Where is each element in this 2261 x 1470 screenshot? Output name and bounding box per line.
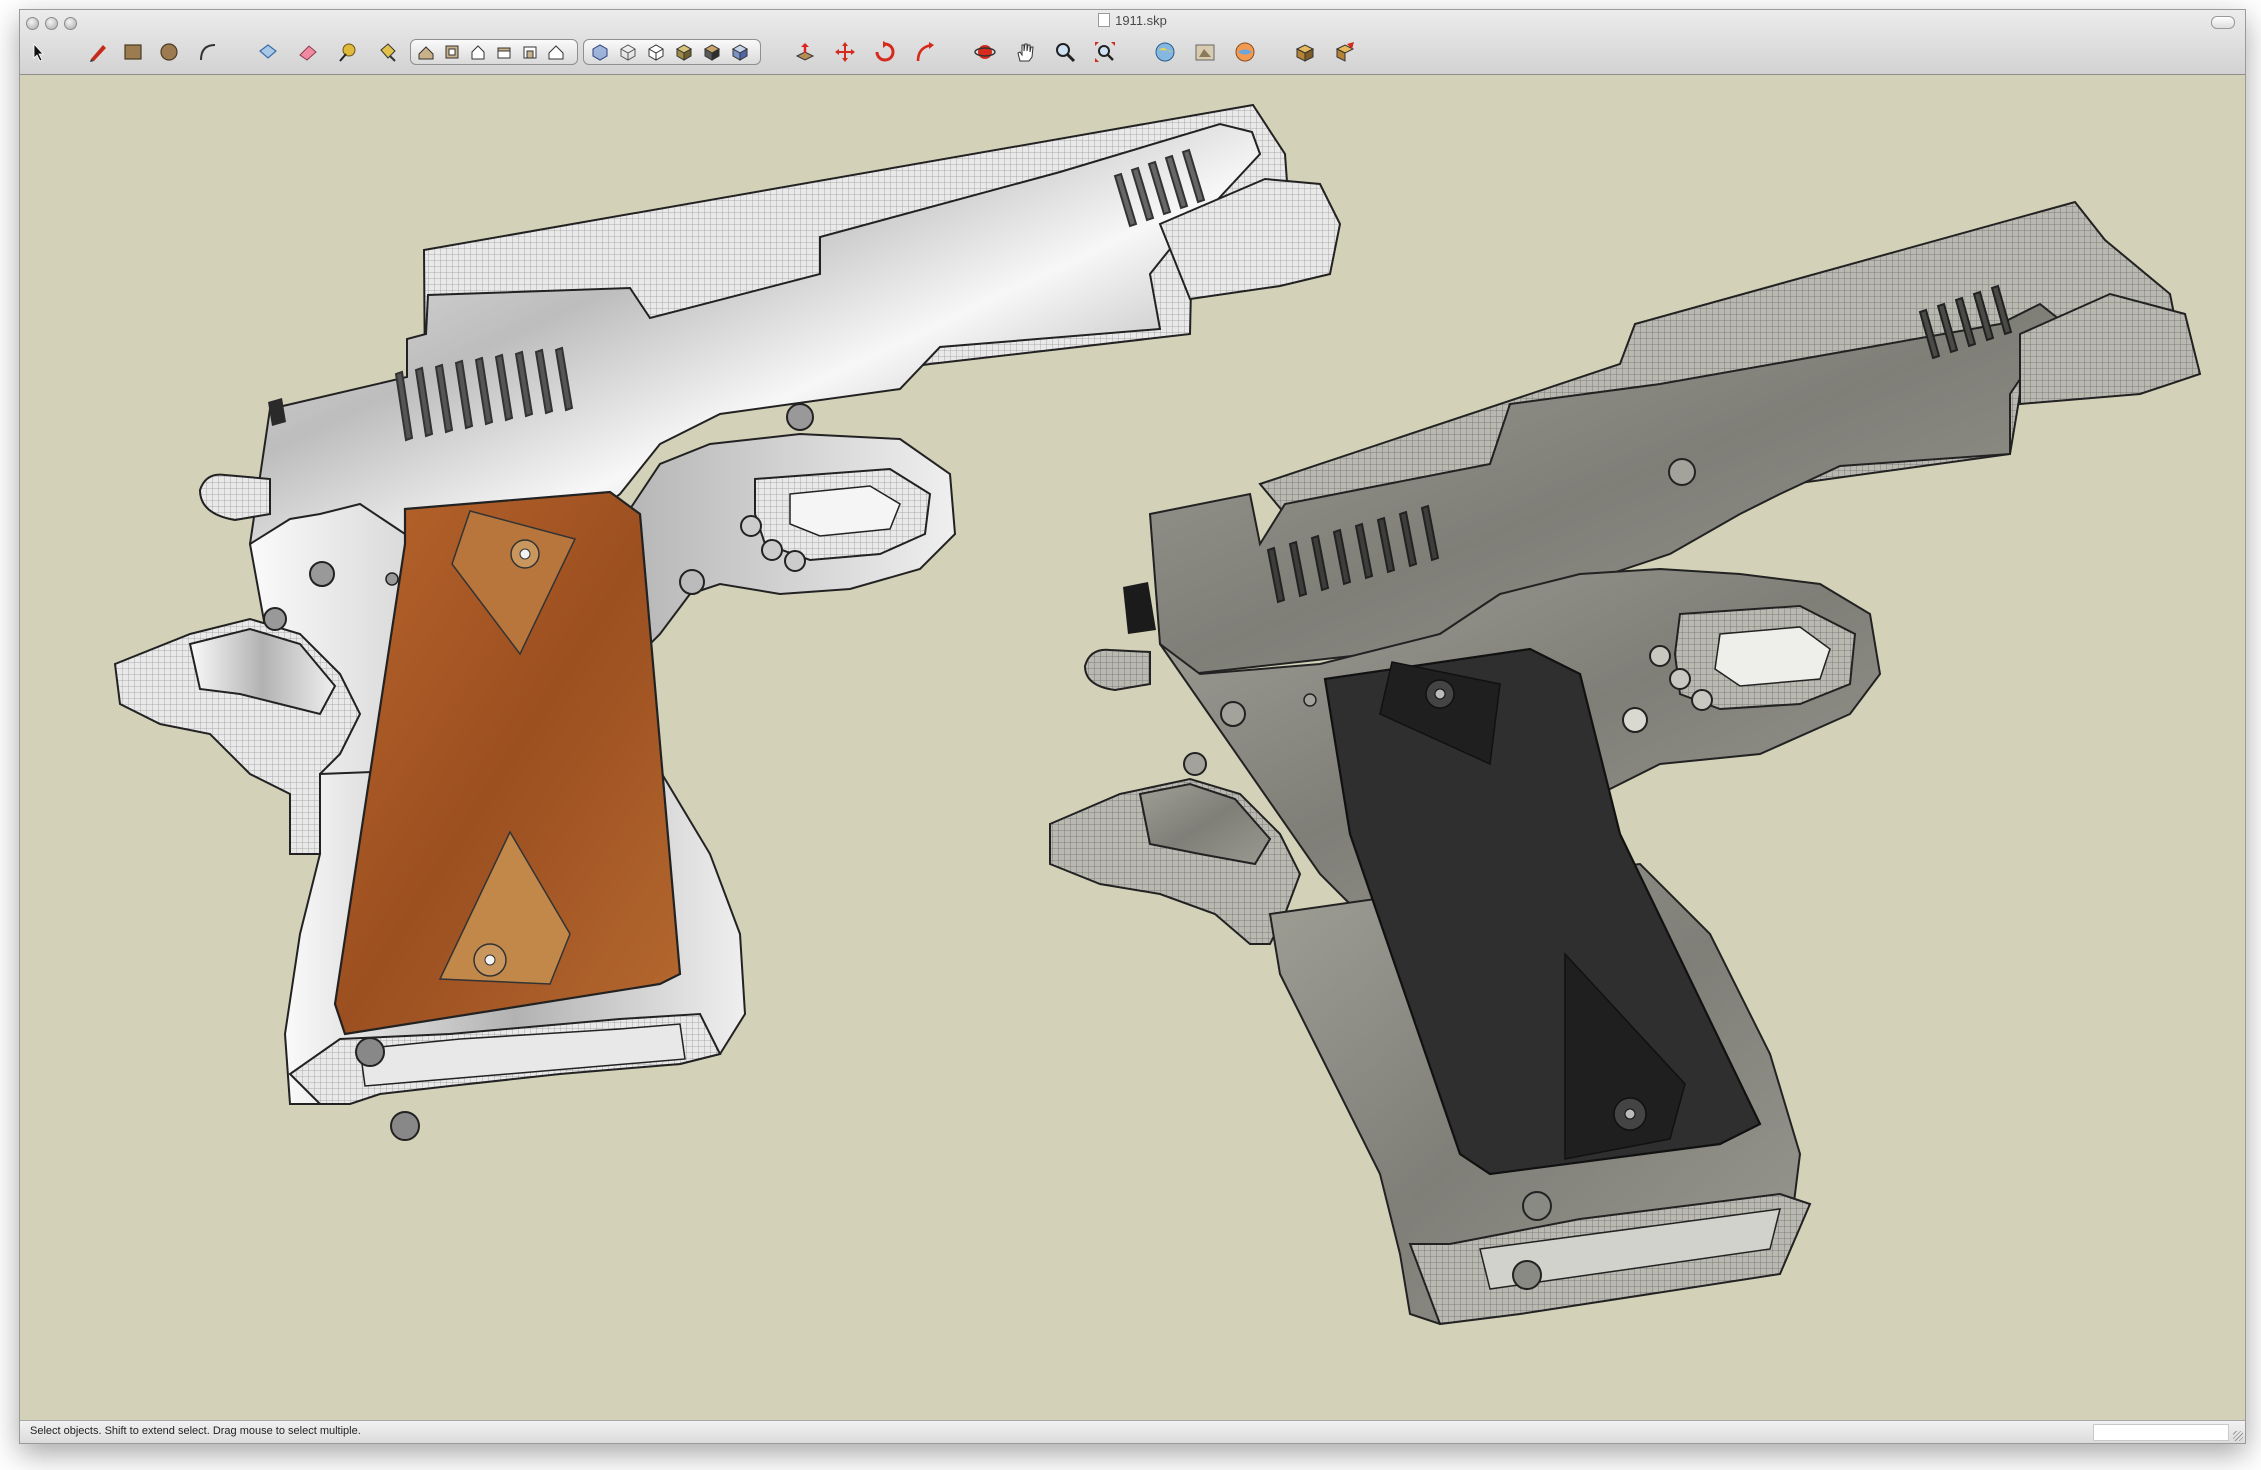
iso-view-icon [418,46,434,60]
circle-tool[interactable] [155,38,183,66]
wireframe-style-icon [620,44,636,61]
select-tool[interactable] [24,38,52,66]
move-tool[interactable] [831,38,859,66]
view-left[interactable] [544,38,568,66]
style-hidden-line[interactable] [643,38,669,66]
get-component-tool[interactable] [1291,38,1319,66]
pistol-model-black-grips[interactable] [1049,200,2202,1326]
resize-grip[interactable] [2233,1431,2243,1441]
push-pull-tool[interactable] [791,38,819,66]
rotate-tool[interactable] [871,38,899,66]
pan-tool[interactable] [1011,38,1039,66]
arc-tool[interactable] [194,38,222,66]
move-icon [835,42,855,62]
pencil-icon [90,45,106,62]
style-monochrome[interactable] [727,38,753,66]
style-shaded[interactable] [671,38,697,66]
make-component-tool[interactable] [254,38,282,66]
view-back[interactable] [518,38,542,66]
rectangle-icon [124,44,142,60]
paint-bucket-tool[interactable] [373,38,401,66]
view-front[interactable] [466,38,490,66]
google-earth-tool[interactable] [1231,38,1259,66]
hand-icon [1017,43,1034,62]
component-icon [259,44,277,59]
tape-measure-tool[interactable] [334,38,362,66]
view-iso[interactable] [414,38,438,66]
status-hint: Select objects. Shift to extend select. … [30,1425,361,1437]
right-view-icon [497,47,511,59]
model-viewport[interactable] [20,74,2245,1421]
style-shaded-textures[interactable] [699,38,725,66]
window-title: 1911.skp [1115,13,1167,28]
get-models-tool[interactable] [1151,38,1179,66]
component-box-icon [1295,44,1315,62]
sketchup-window: 1911.skp Select objects. Shift to extend… [19,9,2246,1444]
orbit-icon [974,45,996,59]
zoom-extents-tool[interactable] [1091,38,1119,66]
orbit-tool[interactable] [971,38,999,66]
front-view-icon [471,45,485,60]
eraser-tool[interactable] [294,38,322,66]
paint-bucket-icon [380,43,396,62]
rotate-icon [875,41,895,62]
shaded-textures-style-icon [703,44,721,61]
shaded-style-icon [675,44,693,61]
left-view-icon [548,45,564,60]
view-top[interactable] [440,38,464,66]
magnifier-icon [1056,43,1076,63]
status-bar: Select objects. Shift to extend select. … [20,1420,2245,1443]
arc-icon [200,44,216,61]
monochrome-style-icon [731,44,749,61]
pistol-model-wood-grips[interactable] [113,103,1342,1141]
arrow-icon [33,42,44,62]
top-view-icon [445,45,459,59]
globe-icon [1155,42,1175,62]
circle-icon [160,43,178,61]
push-pull-icon [795,43,815,61]
toolbar-toggle-button[interactable] [2211,16,2235,29]
window-title-area: 1911.skp [20,12,2245,30]
earth-icon [1235,42,1255,62]
main-toolbar [20,34,2245,70]
measurements-box[interactable] [2093,1424,2229,1441]
zoom-tool[interactable] [1051,38,1079,66]
style-wireframe[interactable] [615,38,641,66]
eraser-icon [299,45,317,61]
share-model-tool[interactable] [1191,38,1219,66]
rectangle-tool[interactable] [119,38,147,66]
zoom-extents-icon [1095,42,1115,62]
tape-measure-icon [339,43,356,62]
follow-me-icon [916,42,934,62]
style-xray[interactable] [587,38,613,66]
line-tool[interactable] [84,38,112,66]
extension-tool[interactable] [1331,38,1359,66]
follow-me-tool[interactable] [911,38,939,66]
back-view-icon [523,46,537,59]
share-model-icon [1195,44,1215,61]
title-bar: 1911.skp [20,10,2245,75]
extension-icon [1335,42,1355,62]
hidden-line-style-icon [648,44,664,61]
view-right[interactable] [492,38,516,66]
xray-style-icon [592,44,608,61]
document-icon [1098,13,1111,27]
